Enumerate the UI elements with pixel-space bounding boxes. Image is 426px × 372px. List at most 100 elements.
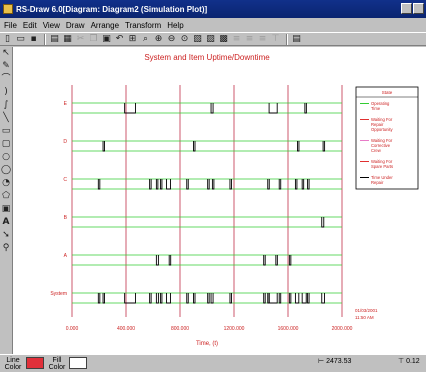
ellipse-tool-icon[interactable]: ○ [0,151,12,164]
menu-file[interactable]: File [4,21,17,30]
page-icon[interactable]: ▧ [192,34,203,45]
menu-help[interactable]: Help [167,21,183,30]
downtime-mark [207,179,210,190]
downtime-mark [307,179,310,190]
downtime-mark [210,293,214,304]
drawing-toolbox: ↖ ✎ ⌒ ) ∫ ╲ ▭ ▢ ○ ◯ ◔ ⬠ ▣ A ➘ ⚲ [0,47,13,354]
downtime-mark [268,103,278,114]
downtime-mark [193,141,196,152]
downtime-mark [294,293,300,304]
new-icon[interactable]: ▯ [2,34,13,45]
menu-edit[interactable]: Edit [23,21,37,30]
toolbar: ▯ ▭ ▪ ▤ ▦ ✂ ❐ ▣ ↶ ⊞ ⌕ ⊕ ⊖ ⊙ ▧ ▨ ▩ ≡ ≡ ≡ … [0,32,426,46]
drawing-canvas[interactable]: System and Item Uptime/Downtime 0.000 400.… [13,47,426,354]
cut-icon[interactable]: ✂ [75,34,86,45]
downtime-mark [210,103,214,114]
downtime-mark [263,255,266,266]
x-tick-label: 1600.000 [278,326,299,332]
x-axis-label: Time, (t) [196,341,218,347]
downtime-mark [278,293,282,304]
row-label: A [64,253,68,259]
pen-tool-icon[interactable]: ✎ [0,60,12,73]
maximize-button[interactable] [413,3,424,14]
window-title: RS-Draw 6.0[Diagram: Diagram2 (Simulatio… [16,4,208,14]
rounded-rect-tool-icon[interactable]: ▢ [0,138,12,151]
legend-title: State [382,90,393,95]
downtime-mark [321,293,325,304]
copy-icon[interactable]: ❐ [88,34,99,45]
fill-color-swatch[interactable] [69,357,87,369]
rectangle-tool-icon[interactable]: ▭ [0,125,12,138]
copy-doc-icon[interactable]: ▤ [49,34,60,45]
y-coordinate-field: ⊤ 0.12 [398,357,426,365]
freehand-tool-icon[interactable]: ∫ [0,99,12,112]
line-color-swatch[interactable] [26,357,44,369]
paste-icon[interactable]: ▣ [101,34,112,45]
chart-title: System and Item Uptime/Downtime [144,53,270,62]
downtime-mark [149,293,152,304]
line-tool-icon[interactable]: ╲ [0,112,12,125]
x-tick-label: 800.000 [171,326,189,332]
downtime-mark [155,179,159,190]
legend-entry: Waiting For Spare Parts [371,159,393,169]
align-right-icon[interactable]: ≡ [257,34,268,45]
downtime-mark [168,255,172,266]
downtime-mark [207,293,210,304]
zoom-in-icon[interactable]: ⊕ [153,34,164,45]
downtime-mark [297,141,300,152]
downtime-mark [229,293,232,304]
zoom-fit-icon[interactable]: ⊙ [179,34,190,45]
align-left-icon[interactable]: ≡ [231,34,242,45]
pointer-tool-icon[interactable]: ↖ [0,47,12,60]
downtime-mark [304,103,307,114]
downtime-mark [288,255,292,266]
ungroup-icon[interactable]: ▩ [218,34,229,45]
undo-icon[interactable]: ↶ [114,34,125,45]
zoom-icon[interactable]: ⌕ [140,34,151,45]
arrow-tool-icon[interactable]: ➘ [0,229,12,242]
x-tick-label: 2000.000 [332,326,353,332]
downtime-mark [186,293,189,304]
downtime-mark [268,293,278,304]
image-tool-icon[interactable]: ▣ [0,203,12,216]
arc-tool-icon[interactable]: ) [0,86,12,99]
downtime-mark [97,179,101,190]
x-tick-label: 400.000 [117,326,135,332]
align-center-icon[interactable]: ≡ [244,34,255,45]
zoom-out-icon[interactable]: ⊖ [166,34,177,45]
x-coordinate-field: ⊢ 2473.53 [318,357,388,365]
pie-tool-icon[interactable]: ◔ [0,177,12,190]
downtime-mark [155,293,159,304]
polygon-tool-icon[interactable]: ⬠ [0,190,12,203]
downtime-mark [322,141,326,152]
print-icon[interactable]: ▦ [62,34,73,45]
downtime-mark [294,179,298,190]
row-label: C [63,177,67,183]
paint-tool-icon[interactable]: ⚲ [0,242,12,255]
menu-draw[interactable]: Draw [66,21,85,30]
curve-tool-icon[interactable]: ⌒ [0,73,12,86]
open-icon[interactable]: ▭ [15,34,26,45]
x-tick-label: 1200.000 [224,326,245,332]
menu-view[interactable]: View [43,21,60,30]
simulation-plot: System and Item Uptime/Downtime 0.000 400.… [50,53,419,347]
downtime-mark [159,179,163,190]
menu-arrange[interactable]: Arrange [91,21,119,30]
save-icon[interactable]: ▪ [28,34,39,45]
timestamp-time: 11:50 AM [355,315,374,320]
title-bar: RS-Draw 6.0[Diagram: Diagram2 (Simulatio… [0,0,426,18]
minimize-button[interactable] [401,3,412,14]
downtime-mark [155,255,159,266]
downtime-mark [321,217,325,228]
text-tool-icon[interactable]: A [0,216,12,229]
downtime-mark [159,293,163,304]
grid-icon[interactable]: ⊞ [127,34,138,45]
circle-tool-icon[interactable]: ◯ [0,164,12,177]
group-icon[interactable]: ▨ [205,34,216,45]
menu-transform[interactable]: Transform [125,21,161,30]
downtime-mark [229,179,232,190]
y-coordinate-icon: ⊤ [398,358,405,365]
layer-icon[interactable]: ▤ [291,34,302,45]
downtime-mark [102,141,105,152]
align-top-icon[interactable]: ⊤ [270,34,281,45]
